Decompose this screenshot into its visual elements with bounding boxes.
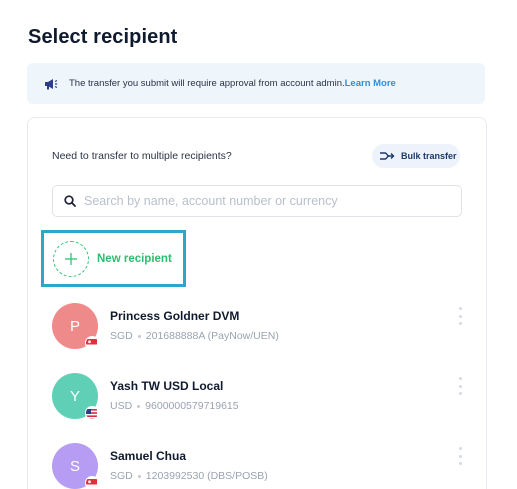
recipient-account: 201688888A (PayNow/UEN) <box>145 330 279 342</box>
more-options-icon[interactable] <box>457 307 463 325</box>
recipient-account: 1203992530 (DBS/POSB) <box>145 470 268 482</box>
learn-more-link[interactable]: Learn More <box>345 78 396 89</box>
more-options-icon[interactable] <box>457 447 463 465</box>
recipient-currency: USD <box>110 400 133 412</box>
recipient-name: Yash TW USD Local <box>110 379 224 393</box>
recipient-details: USD 9600000579719615 <box>110 400 239 412</box>
recipient-item[interactable]: Y Yash TW USD Local USD 9600000579719615 <box>52 373 472 425</box>
banner-message: The transfer you submit will require app… <box>69 78 345 89</box>
approval-banner: The transfer you submit will require app… <box>27 63 485 104</box>
bulk-transfer-label: Bulk transfer <box>401 151 457 161</box>
recipient-details: SGD 1203992530 (DBS/POSB) <box>110 470 268 482</box>
search-box[interactable] <box>52 185 462 217</box>
recipient-details: SGD 201688888A (PayNow/UEN) <box>110 330 279 342</box>
page-title: Select recipient <box>28 26 178 48</box>
megaphone-icon <box>44 78 58 90</box>
sg-flag-icon <box>85 336 99 350</box>
multiple-recipients-text: Need to transfer to multiple recipients? <box>52 150 232 162</box>
bulk-transfer-icon <box>379 150 395 162</box>
separator-dot <box>137 334 141 338</box>
recipient-name: Samuel Chua <box>110 449 187 463</box>
separator-dot <box>137 474 141 478</box>
bulk-transfer-button[interactable]: Bulk transfer <box>372 144 460 168</box>
recipient-card: Need to transfer to multiple recipients?… <box>27 117 487 489</box>
new-recipient-label: New recipient <box>97 252 172 265</box>
recipient-currency: SGD <box>110 330 133 342</box>
new-recipient-button[interactable]: New recipient <box>41 230 186 287</box>
search-icon <box>64 195 76 207</box>
us-flag-icon <box>85 406 99 420</box>
recipient-currency: SGD <box>110 470 133 482</box>
recipient-item[interactable]: P Princess Goldner DVM SGD 201688888A (Pa… <box>52 303 472 355</box>
search-input[interactable] <box>84 194 444 208</box>
recipient-name: Princess Goldner DVM <box>110 309 240 323</box>
recipient-account: 9600000579719615 <box>145 400 239 412</box>
recipient-item[interactable]: S Samuel Chua SGD 1203992530 (DBS/POSB) <box>52 443 472 489</box>
plus-icon <box>53 240 89 277</box>
more-options-icon[interactable] <box>457 377 463 395</box>
sg-flag-icon <box>85 476 99 489</box>
separator-dot <box>137 404 141 408</box>
